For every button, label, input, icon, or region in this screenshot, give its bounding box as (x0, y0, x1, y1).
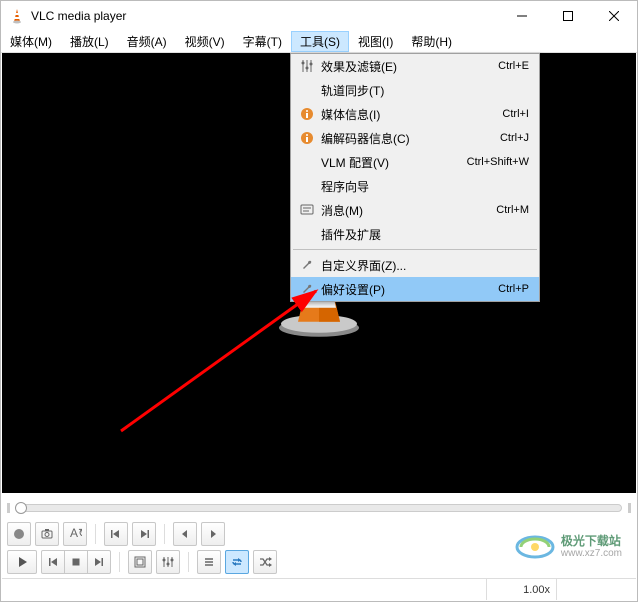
statusbar: 1.00x (2, 578, 636, 600)
tools-dropdown: 效果及滤镜(E) Ctrl+E 轨道同步(T) 媒体信息(I) Ctrl+I 编… (290, 53, 540, 302)
menu-codec-info[interactable]: 编解码器信息(C) Ctrl+J (291, 126, 539, 150)
frame-forward-button[interactable] (132, 522, 156, 546)
menu-playback[interactable]: 播放(L) (61, 31, 118, 52)
menu-track-sync[interactable]: 轨道同步(T) (291, 78, 539, 102)
close-button[interactable] (591, 1, 637, 31)
status-right (556, 579, 636, 600)
menu-item-shortcut: Ctrl+M (496, 204, 529, 216)
menu-item-label: 自定义界面(Z)... (317, 257, 529, 274)
shuffle-button[interactable] (253, 550, 277, 574)
window-title: VLC media player (31, 9, 499, 23)
seek-track[interactable] (16, 504, 622, 512)
seek-bar[interactable] (7, 499, 631, 517)
seek-end-cap (628, 503, 631, 513)
toolbar-separator (188, 552, 189, 572)
menu-item-label: 轨道同步(T) (317, 82, 529, 99)
menu-item-shortcut: Ctrl+Shift+W (467, 156, 529, 168)
frame-back-button[interactable] (104, 522, 128, 546)
menubar: 媒体(M) 播放(L) 音频(A) 视频(V) 字幕(T) 工具(S) 视图(I… (1, 31, 637, 53)
snapshot-button[interactable] (35, 522, 59, 546)
next-button[interactable] (87, 550, 111, 574)
watermark-line1: 极光下载站 (561, 535, 622, 548)
wrench-icon (297, 282, 317, 296)
status-left (2, 579, 486, 600)
seek-start-cap (7, 503, 10, 513)
menu-subtitle[interactable]: 字幕(T) (234, 31, 291, 52)
wrench-icon (297, 258, 317, 272)
skip-group (41, 550, 111, 574)
stop-button[interactable] (64, 550, 88, 574)
menu-item-shortcut: Ctrl+P (498, 283, 529, 295)
fullscreen-button[interactable] (128, 550, 152, 574)
seek-handle[interactable] (15, 502, 27, 514)
menu-messages[interactable]: 消息(M) Ctrl+M (291, 198, 539, 222)
toolbar-separator (119, 552, 120, 572)
step-back-button[interactable] (173, 522, 197, 546)
watermark-logo-icon (515, 533, 555, 561)
menu-audio[interactable]: 音频(A) (118, 31, 176, 52)
record-button[interactable] (7, 522, 31, 546)
menu-item-label: 效果及滤镜(E) (317, 58, 498, 75)
menu-item-label: 编解码器信息(C) (317, 130, 500, 147)
playlist-button[interactable] (197, 550, 221, 574)
loop-button[interactable] (225, 550, 249, 574)
menu-item-shortcut: Ctrl+E (498, 60, 529, 72)
settings-button[interactable] (156, 550, 180, 574)
menu-media-info[interactable]: 媒体信息(I) Ctrl+I (291, 102, 539, 126)
menu-item-label: 程序向导 (317, 178, 529, 195)
menu-program-guide[interactable]: 程序向导 (291, 174, 539, 198)
menu-item-label: VLM 配置(V) (317, 154, 467, 171)
play-button[interactable] (7, 550, 37, 574)
menu-video[interactable]: 视频(V) (176, 31, 234, 52)
toolbar-separator (164, 524, 165, 544)
menu-customize-interface[interactable]: 自定义界面(Z)... (291, 253, 539, 277)
maximize-button[interactable] (545, 1, 591, 31)
sliders-icon (297, 59, 317, 73)
watermark: 极光下载站 www.xz7.com (515, 533, 622, 561)
atob-loop-button[interactable]: A↻B (63, 522, 87, 546)
prev-button[interactable] (41, 550, 65, 574)
minimize-button[interactable] (499, 1, 545, 31)
menu-item-shortcut: Ctrl+J (500, 132, 529, 144)
menu-item-label: 媒体信息(I) (317, 106, 502, 123)
window: VLC media player 媒体(M) 播放(L) 音频(A) 视频(V)… (0, 0, 638, 602)
menu-plugins[interactable]: 插件及扩展 (291, 222, 539, 246)
menu-tools[interactable]: 工具(S) (291, 31, 349, 52)
menu-media[interactable]: 媒体(M) (1, 31, 61, 52)
menu-item-label: 偏好设置(P) (317, 281, 498, 298)
watermark-line2: www.xz7.com (561, 548, 622, 559)
menu-effects-filters[interactable]: 效果及滤镜(E) Ctrl+E (291, 54, 539, 78)
messages-icon (297, 203, 317, 217)
menu-preferences[interactable]: 偏好设置(P) Ctrl+P (291, 277, 539, 301)
menu-item-label: 插件及扩展 (317, 226, 529, 243)
menu-vlm-config[interactable]: VLM 配置(V) Ctrl+Shift+W (291, 150, 539, 174)
watermark-text: 极光下载站 www.xz7.com (561, 535, 622, 559)
toolbar-separator (95, 524, 96, 544)
step-forward-button[interactable] (201, 522, 225, 546)
menu-help[interactable]: 帮助(H) (402, 31, 461, 52)
titlebar: VLC media player (1, 1, 637, 31)
menu-item-label: 消息(M) (317, 202, 496, 219)
menu-separator (293, 249, 537, 250)
vlc-logo-icon (9, 8, 25, 24)
menu-view[interactable]: 视图(I) (349, 31, 402, 52)
svg-text:A↻B: A↻B (70, 527, 82, 540)
menu-item-shortcut: Ctrl+I (502, 108, 529, 120)
info-icon (297, 131, 317, 145)
info-icon (297, 107, 317, 121)
playback-speed[interactable]: 1.00x (486, 579, 556, 600)
